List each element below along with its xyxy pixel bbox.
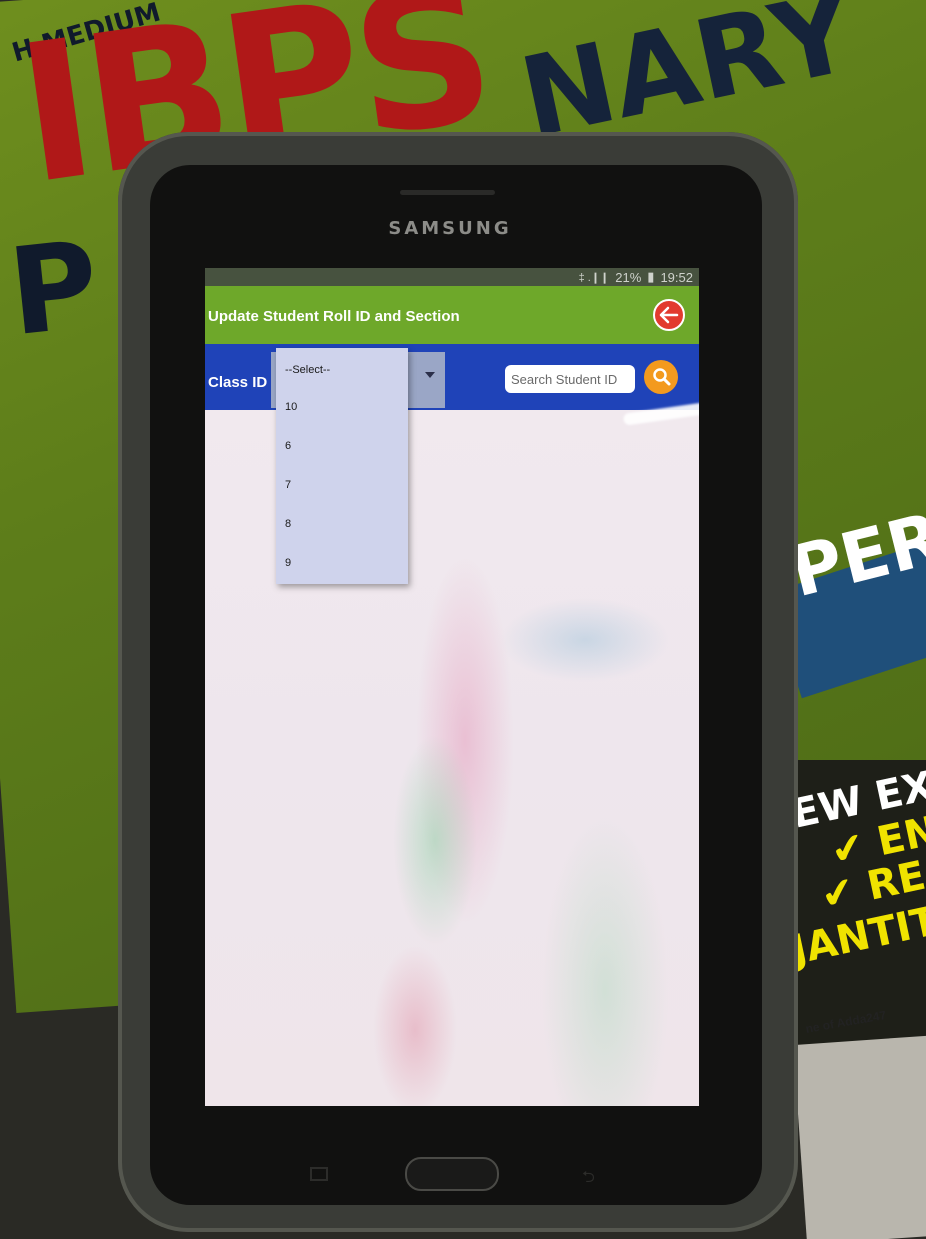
dropdown-option[interactable]: --Select-- — [276, 348, 408, 388]
search-student-input[interactable] — [505, 365, 635, 393]
back-arrow-icon[interactable] — [653, 299, 685, 331]
signal-icon: ‡ .❙❙ — [578, 271, 610, 284]
back-key-icon[interactable]: ⮌ — [582, 1166, 595, 1193]
dropdown-option[interactable]: 8 — [276, 505, 408, 544]
title-bar: Update Student Roll ID and Section — [205, 286, 699, 344]
home-button[interactable] — [405, 1157, 499, 1191]
dropdown-option[interactable]: 7 — [276, 466, 408, 505]
dropdown-option[interactable]: 10 — [276, 388, 408, 427]
speaker-grille — [400, 190, 495, 195]
search-button[interactable] — [644, 360, 678, 394]
device-brand: SAMSUNG — [388, 218, 512, 239]
book-pages — [793, 1035, 926, 1239]
battery-level: 21% — [615, 269, 642, 285]
app-screen: ‡ .❙❙ 21% ▮ 19:52 Update Student Roll ID… — [205, 268, 699, 1106]
caret-down-icon[interactable] — [425, 372, 435, 378]
recent-apps-key[interactable] — [310, 1167, 328, 1181]
class-id-label: Class ID — [208, 374, 268, 391]
cover-text: P — [2, 215, 105, 364]
page-title: Update Student Roll ID and Section — [208, 308, 460, 325]
clock: 19:52 — [660, 269, 693, 285]
search-icon — [653, 368, 671, 386]
status-bar: ‡ .❙❙ 21% ▮ 19:52 — [205, 268, 699, 286]
class-id-dropdown: --Select-- 10 6 7 8 9 — [276, 348, 408, 584]
dropdown-option[interactable]: 6 — [276, 427, 408, 466]
dropdown-option[interactable]: 9 — [276, 544, 408, 583]
battery-icon: ▮ — [647, 269, 655, 284]
